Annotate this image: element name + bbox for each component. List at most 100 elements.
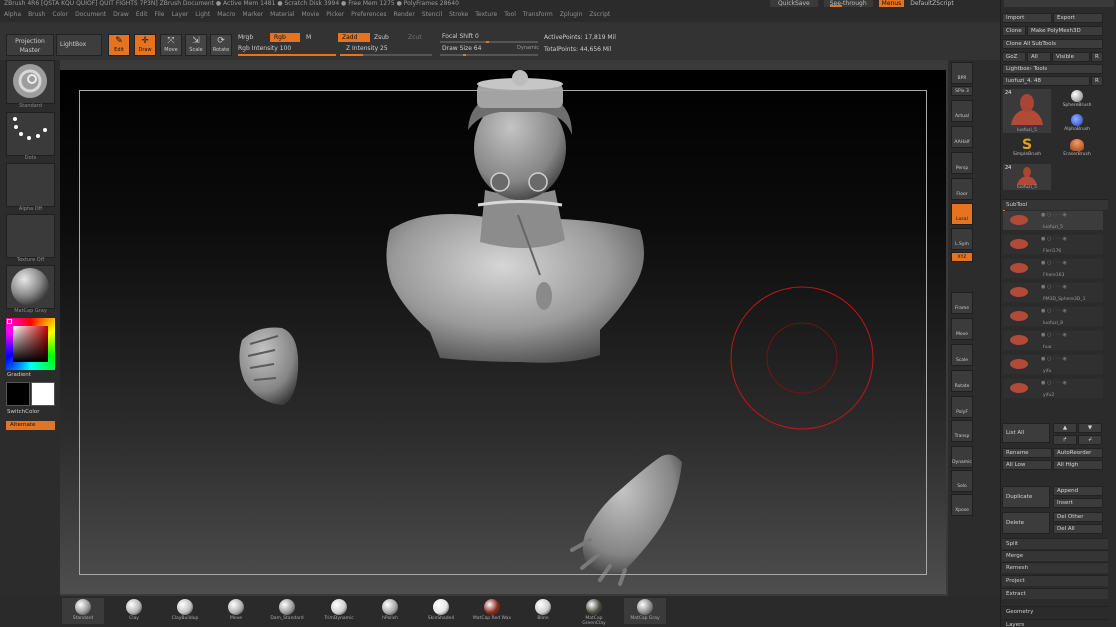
- menu-draw[interactable]: Draw: [113, 10, 129, 20]
- shelf-local-button[interactable]: Local: [951, 203, 973, 225]
- insert-button[interactable]: Insert: [1053, 498, 1103, 508]
- split-section[interactable]: Split: [1002, 538, 1108, 549]
- all-low-button[interactable]: All Low: [1002, 460, 1052, 470]
- subtool-header[interactable]: SubTool: [1002, 199, 1108, 210]
- goz-visible-button[interactable]: Visible: [1052, 52, 1090, 62]
- shelf-polyf-button[interactable]: PolyF: [951, 396, 973, 418]
- menu-preferences[interactable]: Preferences: [351, 10, 386, 20]
- shelf-l-sym-button[interactable]: L.Sym: [951, 228, 973, 250]
- rename-button[interactable]: Rename: [1002, 448, 1052, 458]
- quicksave-button[interactable]: QuickSave: [770, 0, 818, 7]
- project-section[interactable]: Project: [1002, 575, 1108, 586]
- material-slot[interactable]: hPolish: [369, 598, 411, 624]
- import-button[interactable]: Import: [1002, 13, 1052, 23]
- menu-light[interactable]: Light: [195, 10, 210, 20]
- focal-shift-slider[interactable]: [440, 41, 538, 43]
- duplicate-button[interactable]: Duplicate: [1002, 486, 1050, 508]
- zcut-toggle[interactable]: Zcut: [404, 33, 426, 42]
- shelf-scale-button[interactable]: Scale: [951, 344, 973, 366]
- subtool-row[interactable]: ● ○ · · · ◉ hua: [1003, 331, 1103, 350]
- shelf-move-button[interactable]: Move: [951, 318, 973, 340]
- shelf-frame-button[interactable]: Frame: [951, 292, 973, 314]
- subtool-row[interactable]: ● ○ · · · ◉ luofuzi_5: [1003, 211, 1103, 230]
- extract-section[interactable]: Extract: [1002, 588, 1108, 599]
- move-down-button[interactable]: ▼: [1078, 423, 1102, 433]
- draw-button[interactable]: ✛ Draw: [134, 34, 156, 56]
- subtool-row[interactable]: ● ○ · · · ◉ PM3D_Sphere3D_1: [1003, 283, 1103, 302]
- move-right-button[interactable]: ↱: [1053, 435, 1077, 445]
- subtool-row[interactable]: ● ○ · · · ◉ yifu: [1003, 355, 1103, 374]
- zadd-toggle[interactable]: Zadd: [338, 33, 370, 42]
- menu-marker[interactable]: Marker: [242, 10, 263, 20]
- texture-thumbnail[interactable]: [6, 214, 55, 258]
- shelf-spix-3-button[interactable]: SPix 3: [951, 86, 973, 96]
- subtool-visibility-toggles[interactable]: ● ○ · · · ◉: [1041, 308, 1067, 314]
- menu-material[interactable]: Material: [270, 10, 294, 20]
- goz-button[interactable]: GoZ: [1002, 52, 1026, 62]
- material-slot[interactable]: Dam_Standard: [266, 598, 308, 624]
- make-polymesh-button[interactable]: Make PolyMesh3D: [1027, 26, 1103, 36]
- subtool-visibility-toggles[interactable]: ● ○ · · · ◉: [1041, 380, 1067, 386]
- brush-thumbnail[interactable]: [6, 60, 55, 104]
- mrgb-toggle[interactable]: Mrgb: [238, 34, 253, 41]
- goz-r-button[interactable]: R: [1091, 52, 1103, 62]
- stroke-thumbnail[interactable]: [6, 112, 55, 156]
- dynamic-toggle[interactable]: Dynamic: [517, 45, 539, 51]
- shelf-rotate-button[interactable]: Rotate: [951, 370, 973, 392]
- menu-edit[interactable]: Edit: [136, 10, 148, 20]
- subtool-visibility-toggles[interactable]: ● ○ · · · ◉: [1041, 356, 1067, 362]
- subtool-visibility-toggles[interactable]: ● ○ · · · ◉: [1041, 212, 1067, 218]
- menu-movie[interactable]: Movie: [302, 10, 320, 20]
- move-left-button[interactable]: ↲: [1078, 435, 1102, 445]
- shelf-dynamic-button[interactable]: Dynamic: [951, 446, 973, 468]
- geometry-section[interactable]: Geometry: [1002, 606, 1108, 617]
- delete-button[interactable]: Delete: [1002, 512, 1050, 534]
- menu-picker[interactable]: Picker: [326, 10, 344, 20]
- material-slot[interactable]: MatCap Red Wax: [471, 598, 513, 624]
- auto-reorder-button[interactable]: AutoReorder: [1053, 448, 1103, 458]
- menu-zscript[interactable]: Zscript: [589, 10, 610, 20]
- alternate-toggle[interactable]: Alternate: [6, 421, 55, 430]
- menu-macro[interactable]: Macro: [217, 10, 235, 20]
- shelf-xyz-button[interactable]: XYZ: [951, 252, 973, 262]
- material-slot[interactable]: Blinn: [522, 598, 564, 624]
- subtool-visibility-toggles[interactable]: ● ○ · · · ◉: [1041, 260, 1067, 266]
- saturation-square[interactable]: [13, 326, 48, 362]
- shelf-solo-button[interactable]: Solo: [951, 470, 973, 492]
- menu-brush[interactable]: Brush: [28, 10, 45, 20]
- menu-stencil[interactable]: Stencil: [422, 10, 442, 20]
- subtool-row[interactable]: ● ○ · · · ◉ Fleri176: [1003, 235, 1103, 254]
- goz-all-button[interactable]: All: [1027, 52, 1051, 62]
- shelf-persp-button[interactable]: Persp: [951, 152, 973, 174]
- shelf-transp-button[interactable]: Transp: [951, 420, 973, 442]
- shelf-bpr-button[interactable]: BPR: [951, 62, 973, 84]
- tool-thumb-spherebrush[interactable]: SphereBrush: [1053, 89, 1101, 111]
- subtool-row[interactable]: ● ○ · · · ◉ yifu2: [1003, 379, 1103, 398]
- main-color-swatch[interactable]: [31, 382, 55, 406]
- clone-all-subtools-button[interactable]: Clone All SubTools: [1002, 39, 1103, 49]
- current-tool-r-button[interactable]: R: [1091, 76, 1103, 86]
- see-through-slider[interactable]: See-through: [823, 0, 873, 7]
- draw-size-slider[interactable]: [440, 54, 538, 56]
- remesh-section[interactable]: Remesh: [1002, 562, 1108, 573]
- del-all-button[interactable]: Del All: [1053, 524, 1103, 534]
- projection-master-button[interactable]: Projection Master: [6, 34, 54, 56]
- tool-thumb-luofuzi-2[interactable]: 24 luofuzi_5: [1003, 164, 1051, 190]
- rotate-button[interactable]: ⟳ Rotate: [210, 34, 232, 56]
- material-slot[interactable]: MatCap GreenClay: [573, 598, 615, 626]
- shelf-floor-button[interactable]: Floor: [951, 178, 973, 200]
- scale-button[interactable]: ⇲ Scale: [185, 34, 207, 56]
- rgb-toggle[interactable]: Rgb: [270, 33, 300, 42]
- edit-button[interactable]: ✎ Edit: [108, 34, 130, 56]
- lightbox-tools-button[interactable]: Lightbox› Tools: [1002, 64, 1103, 74]
- zsub-toggle[interactable]: Zsub: [374, 34, 389, 41]
- all-high-button[interactable]: All High: [1053, 460, 1103, 470]
- material-slot[interactable]: Standard: [62, 598, 104, 624]
- material-slot[interactable]: SkinShade4: [420, 598, 462, 624]
- append-button[interactable]: Append: [1053, 486, 1103, 496]
- menu-file[interactable]: File: [154, 10, 164, 20]
- move-button[interactable]: ⤧ Move: [160, 34, 182, 56]
- material-slot[interactable]: MatCap Gray: [624, 598, 666, 624]
- shelf-aahalf-button[interactable]: AAHalf: [951, 126, 973, 148]
- subtool-row[interactable]: ● ○ · · · ◉ luofuzi_8: [1003, 307, 1103, 326]
